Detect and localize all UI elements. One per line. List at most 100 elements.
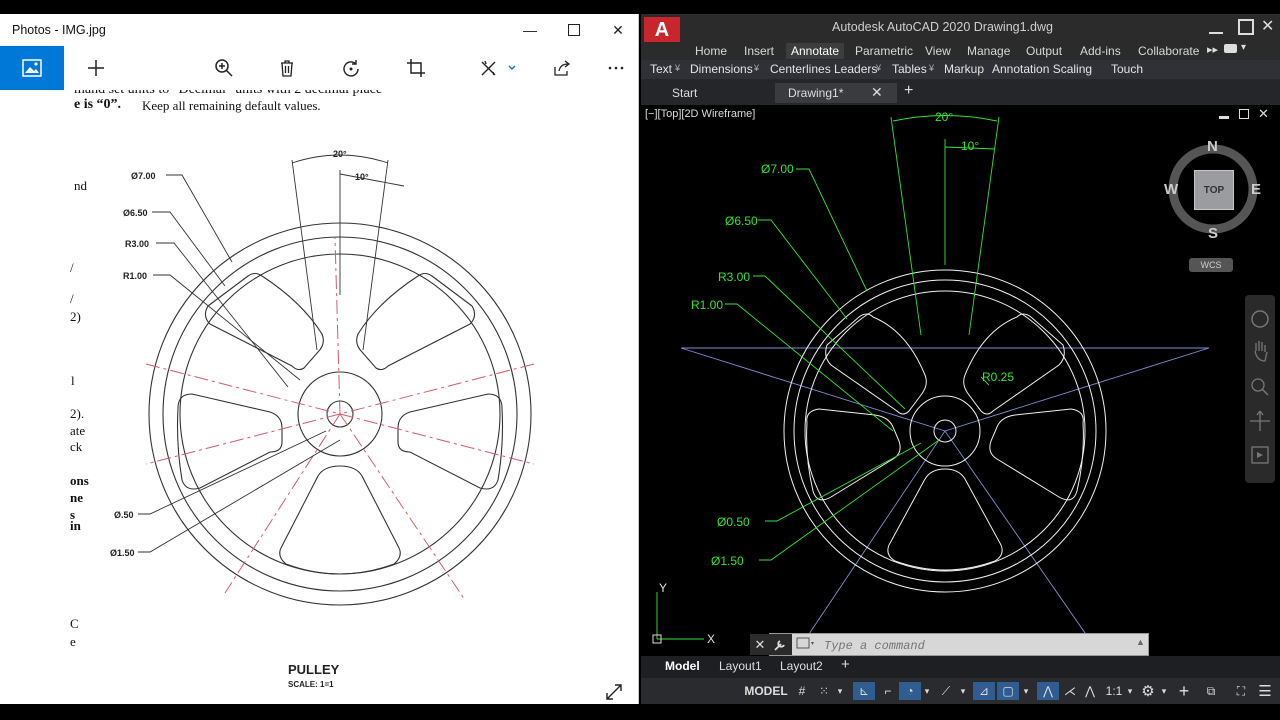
share-button[interactable] [546, 52, 578, 84]
add-button[interactable] [80, 52, 112, 84]
autocad-title: Autodesk AutoCAD 2020 Drawing1.dwg [832, 20, 1053, 34]
model-space-button[interactable]: MODEL [741, 682, 791, 700]
minimize-button[interactable] [1209, 20, 1223, 34]
caption-scale: SCALE: 1=1 [288, 680, 334, 689]
close-button[interactable]: ✕ [1261, 16, 1274, 36]
app-menu-button[interactable]: A [644, 17, 680, 43]
new-tab-icon[interactable]: + [904, 82, 913, 100]
chevron-down-icon[interactable]: ▾ [958, 682, 968, 700]
tab-manage[interactable]: Manage [962, 43, 1015, 59]
panel-text[interactable]: Text [647, 61, 675, 77]
command-history-icon[interactable]: ▲ [1136, 637, 1145, 647]
recent-commands-button[interactable] [796, 637, 816, 651]
zoom-in-icon [215, 59, 233, 77]
tab-view[interactable]: View [920, 43, 956, 59]
cad-dimension-lines [656, 115, 1000, 640]
tab-home[interactable]: Home [690, 43, 732, 59]
annotation-scale-icon[interactable]: ⋀ [1081, 682, 1099, 700]
panel-dimensions[interactable]: Dimensions [687, 61, 756, 77]
tab-collaborate[interactable]: Collaborate [1133, 43, 1204, 59]
customize-command-button[interactable] [768, 634, 792, 655]
compass-n[interactable]: N [1207, 138, 1218, 155]
panel-centerlines[interactable]: Centerlines [767, 61, 834, 77]
viewcube[interactable]: TOP N S W E [1164, 138, 1261, 242]
panel-expand-icon[interactable]: ¥ [754, 63, 759, 73]
cad-dim-d650: Ø6.50 [725, 214, 758, 228]
tab-annotate[interactable]: Annotate [786, 43, 845, 59]
maximize-button[interactable] [1238, 19, 1254, 35]
compass-s[interactable]: S [1208, 225, 1218, 242]
fullscreen-button[interactable] [604, 682, 624, 702]
rotate-button[interactable] [335, 52, 367, 84]
crop-icon [407, 59, 425, 77]
isodraft-icon[interactable]: ◔ [899, 682, 921, 700]
video-icon[interactable] [1224, 44, 1237, 53]
auto-scale-icon[interactable]: ⋌ [1061, 682, 1079, 700]
panel-touch[interactable]: Touch [1108, 61, 1146, 77]
maximize-button[interactable] [552, 14, 596, 46]
panel-markup[interactable]: Markup [941, 61, 987, 77]
tab-output[interactable]: Output [1021, 43, 1067, 59]
minimize-button[interactable]: — [508, 14, 552, 46]
object-snap-tracking-icon[interactable]: ⟋ [937, 682, 955, 700]
tab-start[interactable]: Start [672, 83, 697, 103]
command-input[interactable] [822, 635, 1126, 656]
compass-w[interactable]: W [1164, 181, 1178, 198]
tab-layout1[interactable]: Layout1 [719, 659, 762, 673]
new-layout-icon[interactable]: + [841, 656, 850, 673]
chevron-down-icon[interactable]: ▾ [1159, 682, 1169, 700]
panel-expand-icon[interactable]: ¥ [876, 63, 881, 73]
grid-icon[interactable]: # [793, 682, 811, 700]
image-view-button[interactable] [0, 46, 64, 90]
ortho-icon[interactable]: ⊾ [853, 682, 875, 700]
osnap-icon[interactable]: ▢ [997, 682, 1019, 700]
image-icon [22, 59, 42, 77]
more-button[interactable] [600, 52, 632, 84]
chevron-down-icon[interactable]: ▾ [1125, 682, 1135, 700]
pulley-dimensions [138, 154, 405, 553]
compass-e[interactable]: E [1251, 181, 1261, 198]
snap-icon[interactable]: ⁙ [815, 682, 833, 700]
fullscreen-icon[interactable]: ⛶ [1231, 682, 1251, 700]
close-button[interactable]: ✕ [596, 14, 640, 46]
panel-expand-icon[interactable]: ¥ [929, 63, 934, 73]
annotation-visibility-icon[interactable]: ⋀ [1037, 682, 1059, 700]
command-line: ✕ ▲ [750, 633, 1149, 656]
menu-icon[interactable]: ☰ [1255, 682, 1275, 700]
more-tabs-icon[interactable]: ▸▸ [1207, 43, 1218, 56]
edit-button[interactable] [476, 52, 522, 84]
dim-d150: Ø1.50 [110, 548, 135, 558]
tab-insert[interactable]: Insert [739, 43, 779, 59]
drawing-area[interactable]: [−][Top][2D Wireframe] ▬ ✕ 20° 10° Ø7.00… [641, 105, 1280, 656]
panel-annotation-scaling[interactable]: Annotation Scaling [989, 61, 1095, 77]
delete-button[interactable] [271, 52, 303, 84]
panel-tables[interactable]: Tables [889, 61, 930, 77]
panel-leaders[interactable]: Leaders [831, 61, 880, 77]
tab-model[interactable]: Model [665, 659, 700, 673]
close-tab-icon[interactable]: ✕ [871, 84, 883, 101]
lineweight-icon[interactable]: ⊿ [973, 682, 995, 700]
photos-window: Photos - IMG.jpg — ✕ mand set units to "… [0, 14, 639, 704]
chevron-down-icon[interactable]: ▾ [922, 682, 932, 700]
chevron-down-icon[interactable]: ▾ [1241, 42, 1246, 53]
nav-icons[interactable] [1245, 295, 1275, 483]
crop-button[interactable] [400, 52, 432, 84]
plus-icon[interactable]: + [1173, 681, 1195, 701]
isolate-objects-icon[interactable]: ⧉ [1201, 682, 1221, 700]
layout-tabs: Model Layout1 Layout2 + [641, 656, 1280, 678]
wcs-menu[interactable]: WCS [1189, 258, 1233, 272]
tab-layout2[interactable]: Layout2 [780, 659, 823, 673]
zoom-button[interactable] [208, 52, 240, 84]
viewcube-face[interactable]: TOP [1194, 170, 1234, 210]
more-icon [608, 66, 624, 70]
annotation-scale-value[interactable]: 1:1 [1103, 682, 1125, 700]
tab-addins[interactable]: Add-ins [1075, 43, 1126, 59]
chevron-down-icon[interactable]: ▾ [1021, 682, 1031, 700]
chevron-down-icon[interactable]: ▾ [835, 682, 845, 700]
polar-icon[interactable]: ⌐ [879, 682, 897, 700]
gear-icon[interactable]: ⚙ [1139, 682, 1157, 700]
tab-parametric[interactable]: Parametric [850, 43, 918, 59]
navigation-bar [1245, 295, 1275, 483]
close-command-icon[interactable]: ✕ [750, 634, 770, 655]
panel-expand-icon[interactable]: ¥ [675, 63, 680, 73]
